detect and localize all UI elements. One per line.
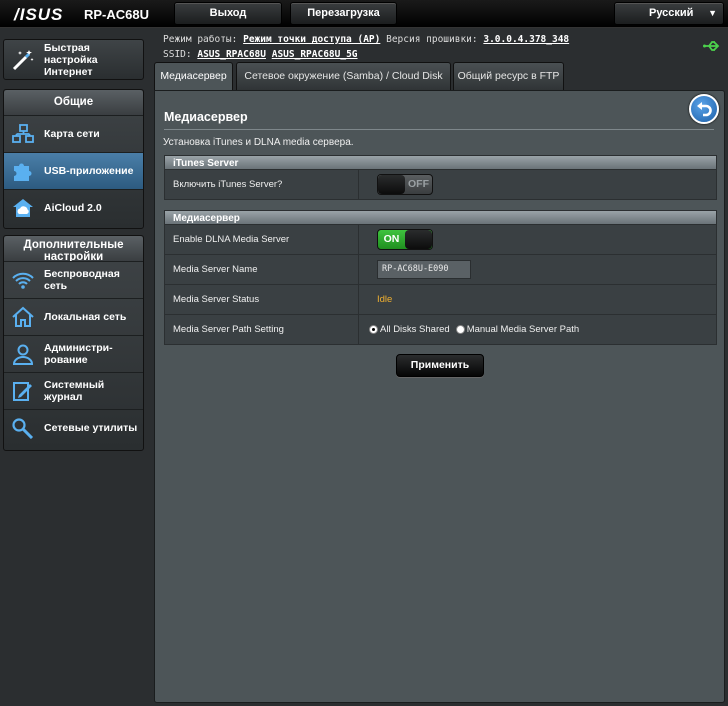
itunes-enable-label: Включить iTunes Server? <box>165 170 359 199</box>
sidebar-item-label: Быстрая настройка Интернет <box>44 41 98 78</box>
radio-all-disks-label[interactable]: All Disks Shared <box>380 324 450 335</box>
server-name-label: Media Server Name <box>165 255 359 284</box>
sidebar-item-label: Локальная сеть <box>44 311 127 323</box>
table-row: Media Server Path Setting All Disks Shar… <box>164 315 717 345</box>
page-title: Медиасервер <box>164 110 248 124</box>
user-icon <box>10 343 36 365</box>
sidebar-item-label: Сетевые утилиты <box>44 422 138 434</box>
table-row: Enable DLNA Media Server ON <box>164 225 717 255</box>
tab-ftp[interactable]: Общий ресурс в FTP <box>453 62 564 90</box>
itunes-header: iTunes Server <box>164 155 717 170</box>
ssid-link-2[interactable]: ASUS_RPAC68U_5G <box>272 49 358 60</box>
magic-wand-icon <box>10 49 36 71</box>
table-row: Включить iTunes Server? OFF <box>164 170 717 200</box>
back-button[interactable] <box>689 94 719 124</box>
usb-icon[interactable] <box>703 39 721 56</box>
mode-label: Режим работы: <box>163 34 238 45</box>
model-name: RP-AC68U <box>84 7 150 22</box>
apply-button[interactable]: Применить <box>396 354 484 377</box>
toggle-state: OFF <box>408 178 429 190</box>
log-icon <box>10 380 36 402</box>
quick-setup-button[interactable]: Быстрая настройка Интернет <box>3 39 144 80</box>
sidebar-item-label: Администри-рование <box>44 342 113 366</box>
table-row: Media Server Status Idle <box>164 285 717 315</box>
cloud-icon <box>10 197 36 219</box>
asus-logo: /ISUS <box>14 5 64 24</box>
top-bar: /ISUS RP-AC68U Выход Перезагрузка Русски… <box>0 0 728 28</box>
mode-link[interactable]: Режим точки доступа (AP) <box>243 34 380 45</box>
sidebar-item-network-tools[interactable]: Сетевые утилиты <box>4 409 143 446</box>
back-arrow-icon <box>697 102 712 117</box>
path-setting-label: Media Server Path Setting <box>165 315 359 344</box>
status-info: Режим работы: Режим точки доступа (AP) В… <box>163 32 569 62</box>
radio-manual-path-label[interactable]: Manual Media Server Path <box>467 324 579 335</box>
language-select[interactable]: Русский ▼ <box>614 2 724 25</box>
itunes-toggle[interactable]: OFF <box>377 174 433 195</box>
logout-button[interactable]: Выход <box>174 2 282 25</box>
sidebar-item-wireless[interactable]: Беспроводная сеть <box>4 261 143 298</box>
sidebar-item-label: USB-приложение <box>44 165 134 177</box>
media-server-header: Медиасервер <box>164 210 717 225</box>
sidebar-item-aicloud[interactable]: AiCloud 2.0 <box>4 189 143 226</box>
sidebar-item-system-log[interactable]: Системный журнал <box>4 372 143 409</box>
ssid-link-1[interactable]: ASUS_RPAC68U <box>197 49 266 60</box>
toggle-knob <box>405 230 432 249</box>
reboot-button[interactable]: Перезагрузка <box>290 2 397 25</box>
tools-icon <box>10 417 36 439</box>
table-row: Media Server Name RP-AC68U-E090 <box>164 255 717 285</box>
sidebar-item-label: Системный журнал <box>44 379 105 403</box>
server-status-value: Idle <box>377 294 393 305</box>
sidebar-item-label: Карта сети <box>44 128 100 140</box>
sidebar-item-network-map[interactable]: Карта сети <box>4 115 143 152</box>
radio-all-disks[interactable] <box>369 325 378 334</box>
language-label: Русский <box>649 7 694 19</box>
firmware-link[interactable]: 3.0.0.4.378_348 <box>483 34 569 45</box>
dlna-toggle[interactable]: ON <box>377 229 433 250</box>
sidebar-item-administration[interactable]: Администри-рование <box>4 335 143 372</box>
network-map-icon <box>10 123 36 145</box>
sidebar-item-quick-setup[interactable]: Быстрая настройка Интернет <box>4 40 143 79</box>
dlna-enable-label: Enable DLNA Media Server <box>165 225 359 254</box>
sidebar-item-label: Беспроводная сеть <box>44 268 120 292</box>
page-description: Установка iTunes и DLNA media сервера. <box>163 137 354 148</box>
radio-manual-path[interactable] <box>455 325 465 334</box>
chevron-down-icon: ▼ <box>708 8 717 18</box>
wifi-icon <box>10 269 36 291</box>
main-panel: Медиасервер Установка iTunes и DLNA medi… <box>154 90 725 703</box>
sidebar-header-general: Общие <box>4 90 143 115</box>
toggle-state: ON <box>383 233 400 245</box>
firmware-label: Версия прошивки: <box>386 34 478 45</box>
server-name-input[interactable]: RP-AC68U-E090 <box>377 260 471 279</box>
sidebar-item-label: AiCloud 2.0 <box>44 202 102 214</box>
ssid-label: SSID: <box>163 49 192 60</box>
sidebar-item-lan[interactable]: Локальная сеть <box>4 298 143 335</box>
media-server-table: Медиасервер Enable DLNA Media Server ON … <box>164 210 717 345</box>
sidebar-group-general: Общие Карта сети USB-приложение AiCloud … <box>3 89 144 229</box>
home-icon <box>10 306 36 328</box>
title-divider <box>164 129 714 130</box>
tab-samba[interactable]: Сетевое окружение (Samba) / Cloud Disk <box>236 62 451 90</box>
server-status-label: Media Server Status <box>165 285 359 314</box>
puzzle-icon <box>10 160 36 182</box>
sidebar-header-advanced: Дополнительные настройки <box>4 236 143 261</box>
itunes-settings-table: iTunes Server Включить iTunes Server? OF… <box>164 155 717 200</box>
toggle-knob <box>378 175 405 194</box>
sidebar-item-usb-app[interactable]: USB-приложение <box>4 152 143 189</box>
sidebar-group-advanced: Дополнительные настройки Беспроводная се… <box>3 235 144 451</box>
tab-media-server[interactable]: Медиасервер <box>154 62 233 90</box>
